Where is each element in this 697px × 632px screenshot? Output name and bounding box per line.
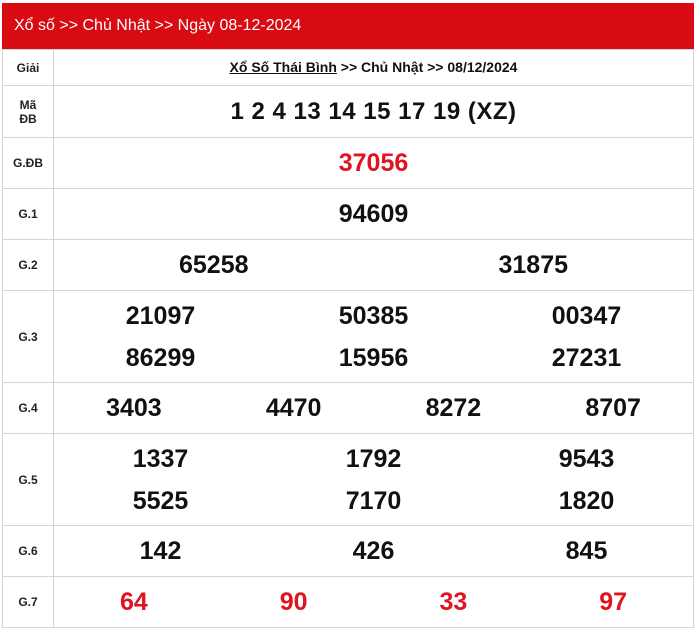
prize-number: 97 (599, 588, 628, 616)
prize-number: 33 (439, 588, 468, 616)
results-panel: Xổ số >> Chủ Nhật >> Ngày 08-12-2024 Giả… (2, 3, 694, 628)
prize-number: 1792 (345, 444, 402, 473)
ma-db-label: Mã ĐB (2, 85, 54, 138)
ma-db-row: Mã ĐB 1 2 4 13 14 15 17 19 (XZ) (2, 85, 694, 138)
prize-number: 31875 (498, 251, 569, 279)
row-g5: G.5 1337 1792 9543 5525 7170 1820 (2, 433, 694, 526)
prize-number: 8272 (425, 394, 482, 422)
breadcrumb[interactable]: Xổ số >> Chủ Nhật >> Ngày 08-12-2024 (14, 17, 301, 34)
prize-number: 1820 (558, 486, 615, 515)
row-label: G.4 (2, 382, 54, 434)
row-g3: G.3 21097 50385 00347 86299 15956 27231 (2, 290, 694, 383)
table-title: Xổ Số Thái Bình >> Chủ Nhật >> 08/12/202… (53, 49, 694, 86)
row-label: G.5 (2, 433, 54, 526)
prize-number: 426 (352, 537, 395, 565)
prize-number: 86299 (125, 343, 196, 372)
prize-number: 142 (139, 537, 182, 565)
row-g4: G.4 3403 4470 8272 8707 (2, 382, 694, 434)
prize-number: 64 (119, 588, 148, 616)
prize-number: 8707 (585, 394, 641, 422)
prize-number: 9543 (558, 444, 615, 473)
table-title-rest: >> Chủ Nhật >> 08/12/2024 (336, 58, 518, 75)
row-g6: G.6 142 426 845 (2, 525, 694, 577)
row-gdb: G.ĐB 37056 (2, 137, 694, 189)
row-label: G.3 (2, 290, 54, 383)
row-label: G.2 (2, 239, 54, 291)
row-label: G.7 (2, 576, 54, 628)
special-prize-number: 37056 (338, 148, 409, 177)
row-label: G.1 (2, 188, 54, 240)
row-g2: G.2 65258 31875 (2, 239, 694, 291)
prize-number: 00347 (551, 301, 622, 330)
prize-number: 4470 (265, 394, 322, 422)
prize-column-header: Giải (2, 49, 54, 86)
prize-number: 7170 (345, 486, 402, 515)
row-g7: G.7 64 90 33 97 (2, 576, 694, 628)
prize-number: 94609 (338, 200, 409, 228)
breadcrumb-header: Xổ số >> Chủ Nhật >> Ngày 08-12-2024 (2, 3, 694, 49)
prize-number: 65258 (178, 251, 249, 279)
prize-number: 50385 (338, 301, 409, 330)
title-row: Giải Xổ Số Thái Bình >> Chủ Nhật >> 08/1… (2, 49, 694, 86)
prize-number: 3403 (106, 394, 162, 422)
row-label: G.6 (2, 525, 54, 577)
row-label: G.ĐB (2, 137, 54, 189)
ma-db-value: 1 2 4 13 14 15 17 19 (XZ) (53, 85, 694, 138)
prize-number: 5525 (132, 486, 189, 515)
prize-number: 90 (279, 588, 308, 616)
prize-number: 27231 (551, 343, 622, 372)
prize-number: 1337 (132, 444, 189, 473)
prize-number: 15956 (338, 343, 409, 372)
row-g1: G.1 94609 (2, 188, 694, 240)
prize-number: 21097 (125, 301, 196, 330)
results-table: Giải Xổ Số Thái Bình >> Chủ Nhật >> 08/1… (2, 49, 694, 628)
province-link[interactable]: Xổ Số Thái Bình (230, 59, 337, 75)
prize-number: 845 (565, 537, 608, 565)
